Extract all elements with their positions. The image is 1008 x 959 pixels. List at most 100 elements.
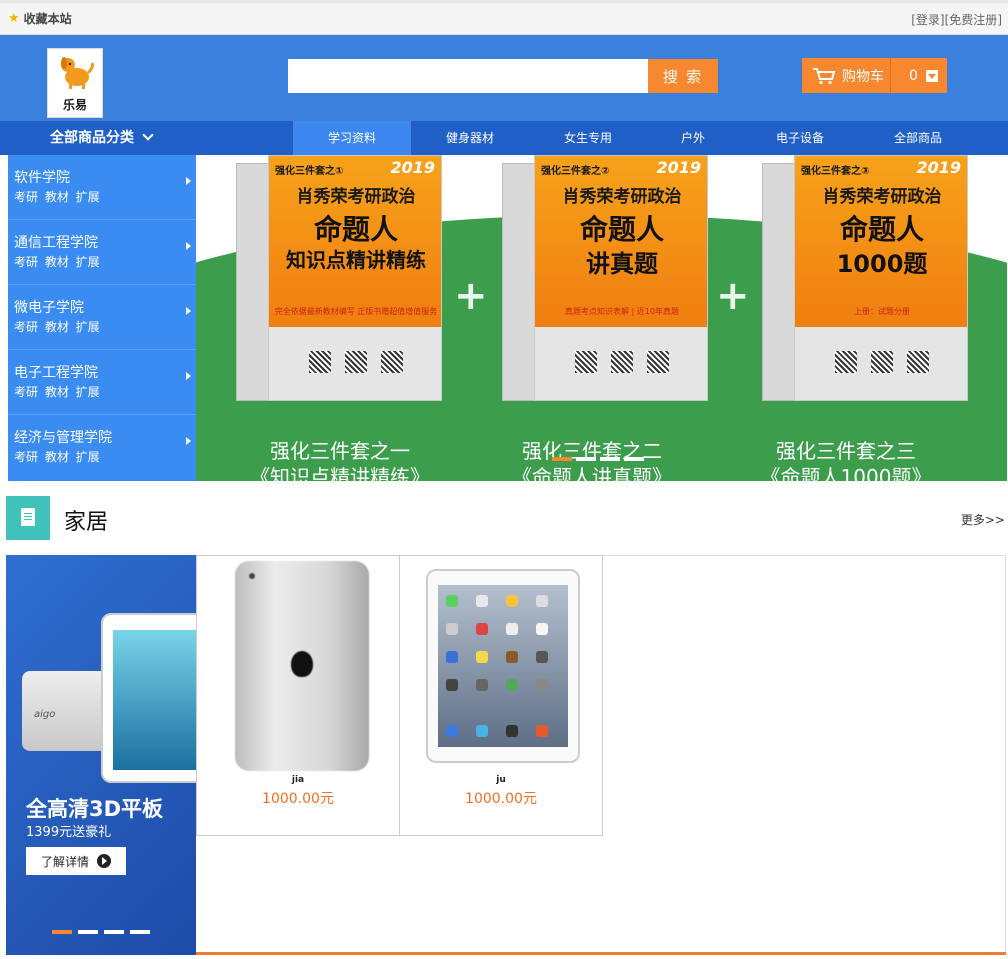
- app-icon: [476, 595, 488, 607]
- app-icon: [476, 679, 488, 691]
- sidebar-item-electronic-eng[interactable]: 电子工程学院 考研 教材 扩展: [8, 350, 196, 415]
- sidebar-item-software[interactable]: 软件学院 考研 教材 扩展: [8, 155, 196, 220]
- app-icon: [446, 679, 458, 691]
- promo-subtitle: 1399元送豪礼: [26, 825, 112, 840]
- book-year: 2019: [916, 158, 961, 177]
- app-icon: [446, 623, 458, 635]
- ipad-screen: [438, 585, 568, 747]
- book-spine: [236, 163, 272, 401]
- chevron-down-icon: [142, 129, 154, 141]
- app-icon: [536, 623, 548, 635]
- app-icon: [446, 595, 458, 607]
- sidebar-item-sub: 考研 教材 扩展: [14, 190, 100, 204]
- search-button[interactable]: 搜 索: [648, 59, 718, 93]
- sidebar-item-sub: 考研 教材 扩展: [14, 320, 100, 334]
- banner-caption: 强化三件套之一: [270, 439, 410, 463]
- app-icon: [506, 725, 518, 737]
- app-icon: [506, 679, 518, 691]
- more-link[interactable]: 更多>>: [961, 511, 1005, 528]
- site-header: 乐易 搜 索 购物车 0: [0, 35, 1008, 121]
- promo-dot[interactable]: [104, 930, 124, 934]
- cart-divider: [890, 58, 891, 93]
- promo-dot[interactable]: [130, 930, 150, 934]
- book-cover: 强化三件套之② 2019 肖秀荣考研政治 命题人 讲真题 真题考点知识表解 | …: [502, 155, 708, 401]
- nav-tab-fitness[interactable]: 健身器材: [411, 121, 529, 155]
- nav-tab-women[interactable]: 女生专用: [529, 121, 647, 155]
- book-title-line3: 1000题: [836, 250, 928, 278]
- book-title-line2: 命题人: [313, 213, 398, 246]
- chevron-right-icon: [186, 437, 191, 445]
- book-footnote: 真题考点知识表解 | 近10年真题: [565, 307, 679, 316]
- sidebar-item-title: 软件学院: [14, 170, 70, 186]
- learn-more-button[interactable]: 了解详情: [26, 847, 126, 875]
- product-name[interactable]: ju: [400, 775, 602, 785]
- tablet-screen: [113, 630, 196, 770]
- qr-code-icon: [345, 351, 367, 373]
- nav-tab-outdoor[interactable]: 户外: [634, 121, 752, 155]
- auth-links: [登录][免费注册]: [911, 13, 1002, 27]
- banner-caption-sub: 《命题人讲真题》: [512, 465, 672, 481]
- play-arrow-icon: [97, 854, 111, 868]
- document-icon: [21, 508, 35, 526]
- cart-dropdown-icon[interactable]: [925, 69, 938, 82]
- register-link[interactable]: 免费注册: [949, 13, 997, 27]
- all-categories-label: 全部商品分类: [50, 130, 134, 146]
- book-footnote: 上册：试题分册: [854, 307, 910, 316]
- promo-banner[interactable]: aigo 全高清3D平板 1399元送豪礼 了解详情: [6, 555, 196, 955]
- sidebar-item-title: 微电子学院: [14, 300, 84, 316]
- qr-code-icon: [907, 351, 929, 373]
- login-link[interactable]: 登录: [916, 13, 940, 27]
- sidebar-item-sub: 考研 教材 扩展: [14, 385, 100, 399]
- sidebar-item-title: 电子工程学院: [14, 365, 98, 381]
- book-cover: 强化三件套之① 2019 肖秀荣考研政治 命题人 知识点精讲精练 完全依据最新教…: [236, 155, 442, 401]
- hero-banner[interactable]: 强化三件套之① 2019 肖秀荣考研政治 命题人 知识点精讲精练 完全依据最新教…: [196, 155, 1007, 481]
- app-icon: [506, 595, 518, 607]
- banner-dot[interactable]: [624, 457, 644, 461]
- promo-dot[interactable]: [78, 930, 98, 934]
- qr-code-icon: [381, 351, 403, 373]
- logo-text: 乐易: [62, 98, 87, 112]
- product-price: 1000.00元: [465, 791, 537, 807]
- sidebar-item-communication[interactable]: 通信工程学院 考研 教材 扩展: [8, 220, 196, 285]
- bookmark-site-link[interactable]: ★ 收藏本站: [8, 10, 72, 27]
- promo-dot[interactable]: [52, 930, 72, 934]
- sidebar-item-microelectronics[interactable]: 微电子学院 考研 教材 扩展: [8, 285, 196, 350]
- all-categories-button[interactable]: 全部商品分类: [50, 121, 154, 155]
- product-card[interactable]: jia 1000.00元: [196, 555, 400, 836]
- search-input[interactable]: [288, 59, 648, 93]
- cart-count: 0: [909, 67, 918, 84]
- banner-caption-sub: 《知识点精讲精练》: [250, 465, 430, 481]
- app-icon: [446, 651, 458, 663]
- cart-button[interactable]: 购物车 0: [802, 58, 947, 93]
- book-year: 2019: [656, 158, 701, 177]
- nav-tab-study[interactable]: 学习资料: [293, 121, 411, 155]
- book-title-line2: 命题人: [839, 213, 924, 246]
- book-footnote: 完全依据最新教材编写 正版书赠超值增值服务: [274, 307, 438, 316]
- product-image: [426, 561, 580, 771]
- book-front: 强化三件套之② 2019 肖秀荣考研政治 命题人 讲真题 真题考点知识表解 | …: [534, 155, 708, 401]
- learn-more-label: 了解详情: [40, 854, 89, 869]
- product-card[interactable]: ju 1000.00元: [399, 555, 603, 836]
- ipad-front-image: [426, 569, 580, 763]
- banner-dot[interactable]: [576, 457, 596, 461]
- banner-dot[interactable]: [600, 457, 620, 461]
- qr-code-icon: [871, 351, 893, 373]
- cart-label: 购物车: [842, 68, 884, 85]
- product-name[interactable]: jia: [197, 775, 399, 785]
- sidebar-item-economics[interactable]: 经济与管理学院 考研 教材 扩展: [8, 415, 196, 480]
- book-front: 强化三件套之③ 2019 肖秀荣考研政治 命题人 1000题 上册：试题分册: [794, 155, 968, 401]
- banner-dot[interactable]: [552, 457, 572, 461]
- apple-logo-icon: [291, 651, 313, 677]
- section-bottom-accent: [196, 952, 1006, 955]
- book-title-line3: 知识点精讲精练: [286, 248, 426, 272]
- site-logo[interactable]: 乐易: [47, 48, 103, 118]
- chevron-right-icon: [186, 177, 191, 185]
- section-title: 家居: [64, 510, 109, 535]
- nav-tab-electronics[interactable]: 电子设备: [741, 121, 859, 155]
- sidebar-item-sub: 考研 教材 扩展: [14, 255, 100, 269]
- promo-title: 全高清3D平板: [26, 797, 164, 821]
- nav-tab-all[interactable]: 全部商品: [859, 121, 977, 155]
- book-front: 强化三件套之① 2019 肖秀荣考研政治 命题人 知识点精讲精练 完全依据最新教…: [268, 155, 442, 401]
- book-spine: [762, 163, 798, 401]
- book-year: 2019: [390, 158, 435, 177]
